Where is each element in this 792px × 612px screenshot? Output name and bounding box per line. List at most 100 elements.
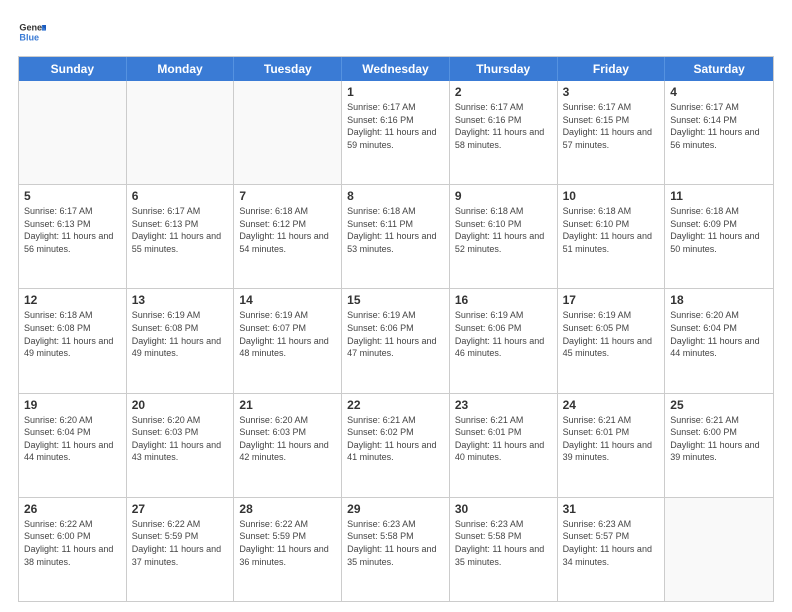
calendar-cell-27: 27Sunrise: 6:22 AMSunset: 5:59 PMDayligh… [127,498,235,601]
calendar: SundayMondayTuesdayWednesdayThursdayFrid… [18,56,774,602]
sun-info: Sunrise: 6:17 AMSunset: 6:13 PMDaylight:… [132,205,229,255]
sun-info: Sunrise: 6:20 AMSunset: 6:03 PMDaylight:… [239,414,336,464]
calendar-cell-7: 7 Sunrise: 6:18 AMSunset: 6:12 PMDaylight… [234,185,342,288]
calendar-cell-6: 6 Sunrise: 6:17 AMSunset: 6:13 PMDaylight… [127,185,235,288]
calendar-cell-19: 19 Sunrise: 6:20 AMSunset: 6:04 PMDayligh… [19,394,127,497]
calendar-cell-empty-4-6 [665,498,773,601]
header-day-wednesday: Wednesday [342,57,450,81]
day-number: 20 [132,398,229,412]
day-number: 5 [24,189,121,203]
calendar-cell-1: 1Sunrise: 6:17 AMSunset: 6:16 PMDaylight… [342,81,450,184]
day-number: 21 [239,398,336,412]
day-number: 3 [563,85,660,99]
day-number: 17 [563,293,660,307]
sun-info: Sunrise: 6:18 AMSunset: 6:09 PMDaylight:… [670,205,768,255]
day-number: 29 [347,502,444,516]
header: General Blue [18,18,774,46]
calendar-cell-14: 14 Sunrise: 6:19 AMSunset: 6:07 PMDayligh… [234,289,342,392]
sun-info: Sunrise: 6:21 AMSunset: 6:02 PMDaylight:… [347,414,444,464]
day-number: 15 [347,293,444,307]
calendar-cell-31: 31Sunrise: 6:23 AMSunset: 5:57 PMDayligh… [558,498,666,601]
calendar-cell-17: 17 Sunrise: 6:19 AMSunset: 6:05 PMDayligh… [558,289,666,392]
calendar-row-3: 19 Sunrise: 6:20 AMSunset: 6:04 PMDayligh… [19,393,773,497]
sun-info: Sunrise: 6:21 AMSunset: 6:01 PMDaylight:… [563,414,660,464]
sun-info: Sunrise: 6:21 AMSunset: 6:00 PMDaylight:… [670,414,768,464]
sun-info: Sunrise: 6:18 AMSunset: 6:08 PMDaylight:… [24,309,121,359]
calendar-cell-22: 22 Sunrise: 6:21 AMSunset: 6:02 PMDayligh… [342,394,450,497]
sun-info: Sunrise: 6:18 AMSunset: 6:11 PMDaylight:… [347,205,444,255]
calendar-body: 1 Sunrise: 6:17 AMSunset: 6:16 PMDaylight… [19,81,773,601]
day-number: 27 [132,502,229,516]
day-number: 18 [670,293,768,307]
sun-info: Sunrise: 6:22 AMSunset: 6:00 PMDaylight:… [24,518,121,568]
sun-info: Sunrise: 6:20 AMSunset: 6:04 PMDaylight:… [670,309,768,359]
calendar-cell-18: 18 Sunrise: 6:20 AMSunset: 6:04 PMDayligh… [665,289,773,392]
sun-info: Sunrise: 6:18 AMSunset: 6:12 PMDaylight:… [239,205,336,255]
day-number: 1 [347,85,444,99]
sun-info: Sunrise: 6:19 AMSunset: 6:05 PMDaylight:… [563,309,660,359]
sun-info: Sunrise: 6:22 AMSunset: 5:59 PMDaylight:… [239,518,336,568]
sun-info: Sunrise: 6:17 AMSunset: 6:16 PMDaylight:… [455,101,552,151]
sun-info: Sunrise: 6:19 AMSunset: 6:06 PMDaylight:… [455,309,552,359]
calendar-cell-15: 15 Sunrise: 6:19 AMSunset: 6:06 PMDayligh… [342,289,450,392]
day-number: 14 [239,293,336,307]
day-number: 26 [24,502,121,516]
calendar-cell-11: 11 Sunrise: 6:18 AMSunset: 6:09 PMDayligh… [665,185,773,288]
calendar-row-4: 26 Sunrise: 6:22 AMSunset: 6:00 PMDayligh… [19,497,773,601]
sun-info: Sunrise: 6:23 AMSunset: 5:57 PMDaylight:… [563,518,660,568]
sun-info: Sunrise: 6:18 AMSunset: 6:10 PMDaylight:… [563,205,660,255]
calendar-cell-empty-0-2 [234,81,342,184]
day-number: 25 [670,398,768,412]
sun-info: Sunrise: 6:19 AMSunset: 6:06 PMDaylight:… [347,309,444,359]
day-number: 13 [132,293,229,307]
calendar-row-1: 5 Sunrise: 6:17 AMSunset: 6:13 PMDaylight… [19,184,773,288]
header-day-friday: Friday [558,57,666,81]
day-number: 6 [132,189,229,203]
sun-info: Sunrise: 6:21 AMSunset: 6:01 PMDaylight:… [455,414,552,464]
day-number: 28 [239,502,336,516]
calendar-cell-21: 21 Sunrise: 6:20 AMSunset: 6:03 PMDayligh… [234,394,342,497]
sun-info: Sunrise: 6:20 AMSunset: 6:03 PMDaylight:… [132,414,229,464]
day-number: 10 [563,189,660,203]
sun-info: Sunrise: 6:19 AMSunset: 6:08 PMDaylight:… [132,309,229,359]
day-number: 4 [670,85,768,99]
day-number: 16 [455,293,552,307]
calendar-cell-24: 24 Sunrise: 6:21 AMSunset: 6:01 PMDayligh… [558,394,666,497]
calendar-cell-empty-0-1 [127,81,235,184]
sun-info: Sunrise: 6:17 AMSunset: 6:15 PMDaylight:… [563,101,660,151]
calendar-cell-13: 13 Sunrise: 6:19 AMSunset: 6:08 PMDayligh… [127,289,235,392]
day-number: 8 [347,189,444,203]
day-number: 22 [347,398,444,412]
calendar-cell-10: 10 Sunrise: 6:18 AMSunset: 6:10 PMDayligh… [558,185,666,288]
calendar-page: General Blue SundayMondayTuesdayWednesda… [0,0,792,612]
calendar-cell-28: 28 Sunrise: 6:22 AMSunset: 5:59 PMDayligh… [234,498,342,601]
day-number: 30 [455,502,552,516]
header-day-saturday: Saturday [665,57,773,81]
sun-info: Sunrise: 6:18 AMSunset: 6:10 PMDaylight:… [455,205,552,255]
header-day-thursday: Thursday [450,57,558,81]
day-number: 2 [455,85,552,99]
day-number: 24 [563,398,660,412]
calendar-cell-23: 23 Sunrise: 6:21 AMSunset: 6:01 PMDayligh… [450,394,558,497]
day-number: 12 [24,293,121,307]
calendar-header: SundayMondayTuesdayWednesdayThursdayFrid… [19,57,773,81]
calendar-cell-26: 26 Sunrise: 6:22 AMSunset: 6:00 PMDayligh… [19,498,127,601]
calendar-cell-16: 16 Sunrise: 6:19 AMSunset: 6:06 PMDayligh… [450,289,558,392]
logo: General Blue [18,18,50,46]
day-number: 19 [24,398,121,412]
sun-info: Sunrise: 6:19 AMSunset: 6:07 PMDaylight:… [239,309,336,359]
calendar-row-0: 1 Sunrise: 6:17 AMSunset: 6:16 PMDaylight… [19,81,773,184]
day-number: 11 [670,189,768,203]
calendar-cell-20: 20 Sunrise: 6:20 AMSunset: 6:03 PMDayligh… [127,394,235,497]
sun-info: Sunrise: 6:20 AMSunset: 6:04 PMDaylight:… [24,414,121,464]
header-day-monday: Monday [127,57,235,81]
calendar-cell-5: 5 Sunrise: 6:17 AMSunset: 6:13 PMDaylight… [19,185,127,288]
day-number: 7 [239,189,336,203]
calendar-cell-2: 2 Sunrise: 6:17 AMSunset: 6:16 PMDaylight… [450,81,558,184]
calendar-cell-8: 8 Sunrise: 6:18 AMSunset: 6:11 PMDaylight… [342,185,450,288]
day-number: 23 [455,398,552,412]
calendar-cell-12: 12 Sunrise: 6:18 AMSunset: 6:08 PMDayligh… [19,289,127,392]
calendar-cell-25: 25 Sunrise: 6:21 AMSunset: 6:00 PMDayligh… [665,394,773,497]
sun-info: Sunrise: 6:17 AMSunset: 6:13 PMDaylight:… [24,205,121,255]
calendar-cell-9: 9Sunrise: 6:18 AMSunset: 6:10 PMDaylight… [450,185,558,288]
